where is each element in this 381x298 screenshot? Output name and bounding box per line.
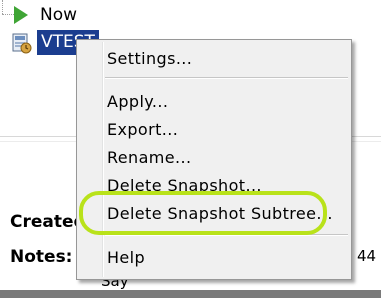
context-menu: Settings... Apply... Export... Rename...…: [76, 39, 352, 280]
menu-item-rename[interactable]: Rename...: [107, 145, 191, 171]
hyperv-snapshot-view: Now VTEST Created Notes: Say 44 Settings…: [0, 0, 381, 298]
play-icon: [14, 6, 28, 24]
tree-item-now[interactable]: Now: [14, 2, 77, 28]
highlight-annotation-ring: [79, 191, 327, 235]
created-label: Created: [10, 212, 86, 232]
window-bottom-edge: [0, 290, 381, 298]
menu-separator: [105, 77, 348, 79]
menu-item-settings[interactable]: Settings...: [107, 46, 192, 72]
detail-right-value: 44: [357, 247, 377, 265]
tree-connector: [2, 0, 3, 14]
notes-label: Notes:: [10, 247, 73, 267]
menu-icon-gutter: [102, 42, 104, 277]
menu-item-help[interactable]: Help: [107, 245, 145, 271]
tree-connector: [2, 14, 14, 15]
menu-item-apply[interactable]: Apply...: [107, 89, 168, 115]
snapshot-icon: [12, 33, 32, 54]
menu-item-export[interactable]: Export...: [107, 117, 178, 143]
tree-item-label: Now: [40, 5, 78, 25]
